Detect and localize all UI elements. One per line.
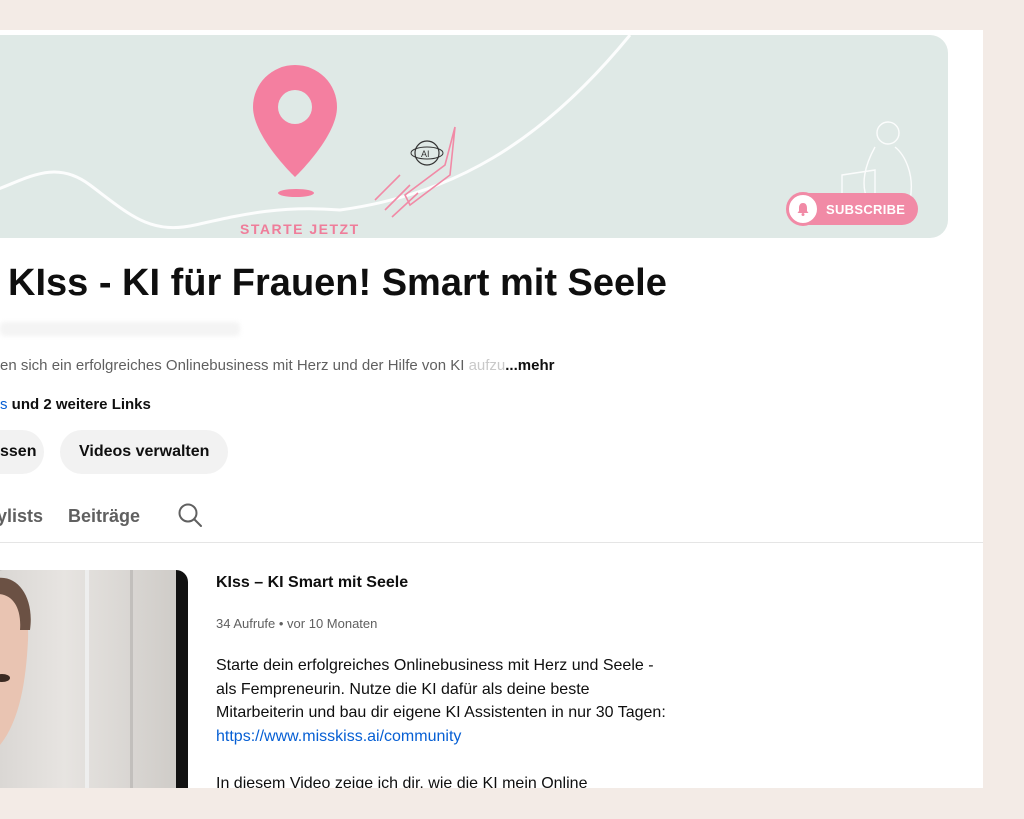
youtube-channel-page: AI STARTE JETZT SUBSCRIBE KIss - KI für … (0, 30, 983, 788)
subscribe-button[interactable]: SUBSCRIBE (786, 192, 918, 226)
channel-title: KIss - KI für Frauen! Smart mit Seele (8, 262, 667, 304)
more-link[interactable]: ...mehr (505, 357, 554, 374)
tabs-divider (0, 542, 983, 543)
tab-posts[interactable]: Beiträge (68, 506, 140, 527)
video-thumbnail[interactable] (0, 570, 188, 788)
channel-handle-blurred (0, 322, 240, 336)
community-link[interactable]: https://www.misskiss.ai/community (216, 725, 696, 749)
more-links-label[interactable]: und 2 weitere Links (8, 396, 151, 413)
customize-channel-button[interactable]: ssen (0, 430, 44, 474)
svg-text:AI: AI (421, 149, 430, 159)
location-pin-icon (253, 65, 337, 197)
rocket-icon: AI (374, 126, 456, 218)
channel-links[interactable]: s und 2 weitere Links (0, 396, 151, 413)
channel-link[interactable]: s (0, 396, 8, 413)
desc-spacer (216, 748, 696, 772)
manage-videos-button[interactable]: Videos verwalten (60, 430, 229, 474)
desc-line: als Fempreneurin. Nutze die KI dafür als… (216, 680, 590, 698)
desc-line: In diesem Video zeige ich dir, wie die K… (216, 774, 588, 789)
desc-line: Mitarbeiterin und bau dir eigene KI Assi… (216, 704, 666, 721)
tab-playlists[interactable]: ylists (0, 506, 43, 527)
thumbnail-image (0, 570, 176, 788)
woman-illustration-icon (841, 121, 912, 201)
search-icon[interactable] (177, 502, 203, 528)
banner-cta-text: STARTE JETZT (240, 221, 360, 237)
customize-channel-label: ssen (0, 443, 37, 460)
video-description: Starte dein erfolgreiches Onlinebusiness… (216, 654, 696, 788)
channel-banner: AI STARTE JETZT SUBSCRIBE (0, 35, 948, 238)
subscribe-label: SUBSCRIBE (826, 201, 906, 217)
description-text: en sich ein erfolgreiches Onlinebusiness… (0, 357, 469, 374)
video-title[interactable]: KIss – KI Smart mit Seele (216, 574, 408, 592)
video-meta: 34 Aufrufe • vor 10 Monaten (216, 616, 378, 631)
desc-line: Starte dein erfolgreiches Onlinebusiness… (216, 657, 654, 674)
manage-videos-label: Videos verwalten (79, 443, 210, 460)
description-fade: aufzu (468, 357, 506, 374)
channel-tabs: ylists Beiträge (0, 500, 983, 532)
channel-description[interactable]: en sich ein erfolgreiches Onlinebusiness… (0, 357, 554, 374)
bell-icon (786, 192, 820, 226)
